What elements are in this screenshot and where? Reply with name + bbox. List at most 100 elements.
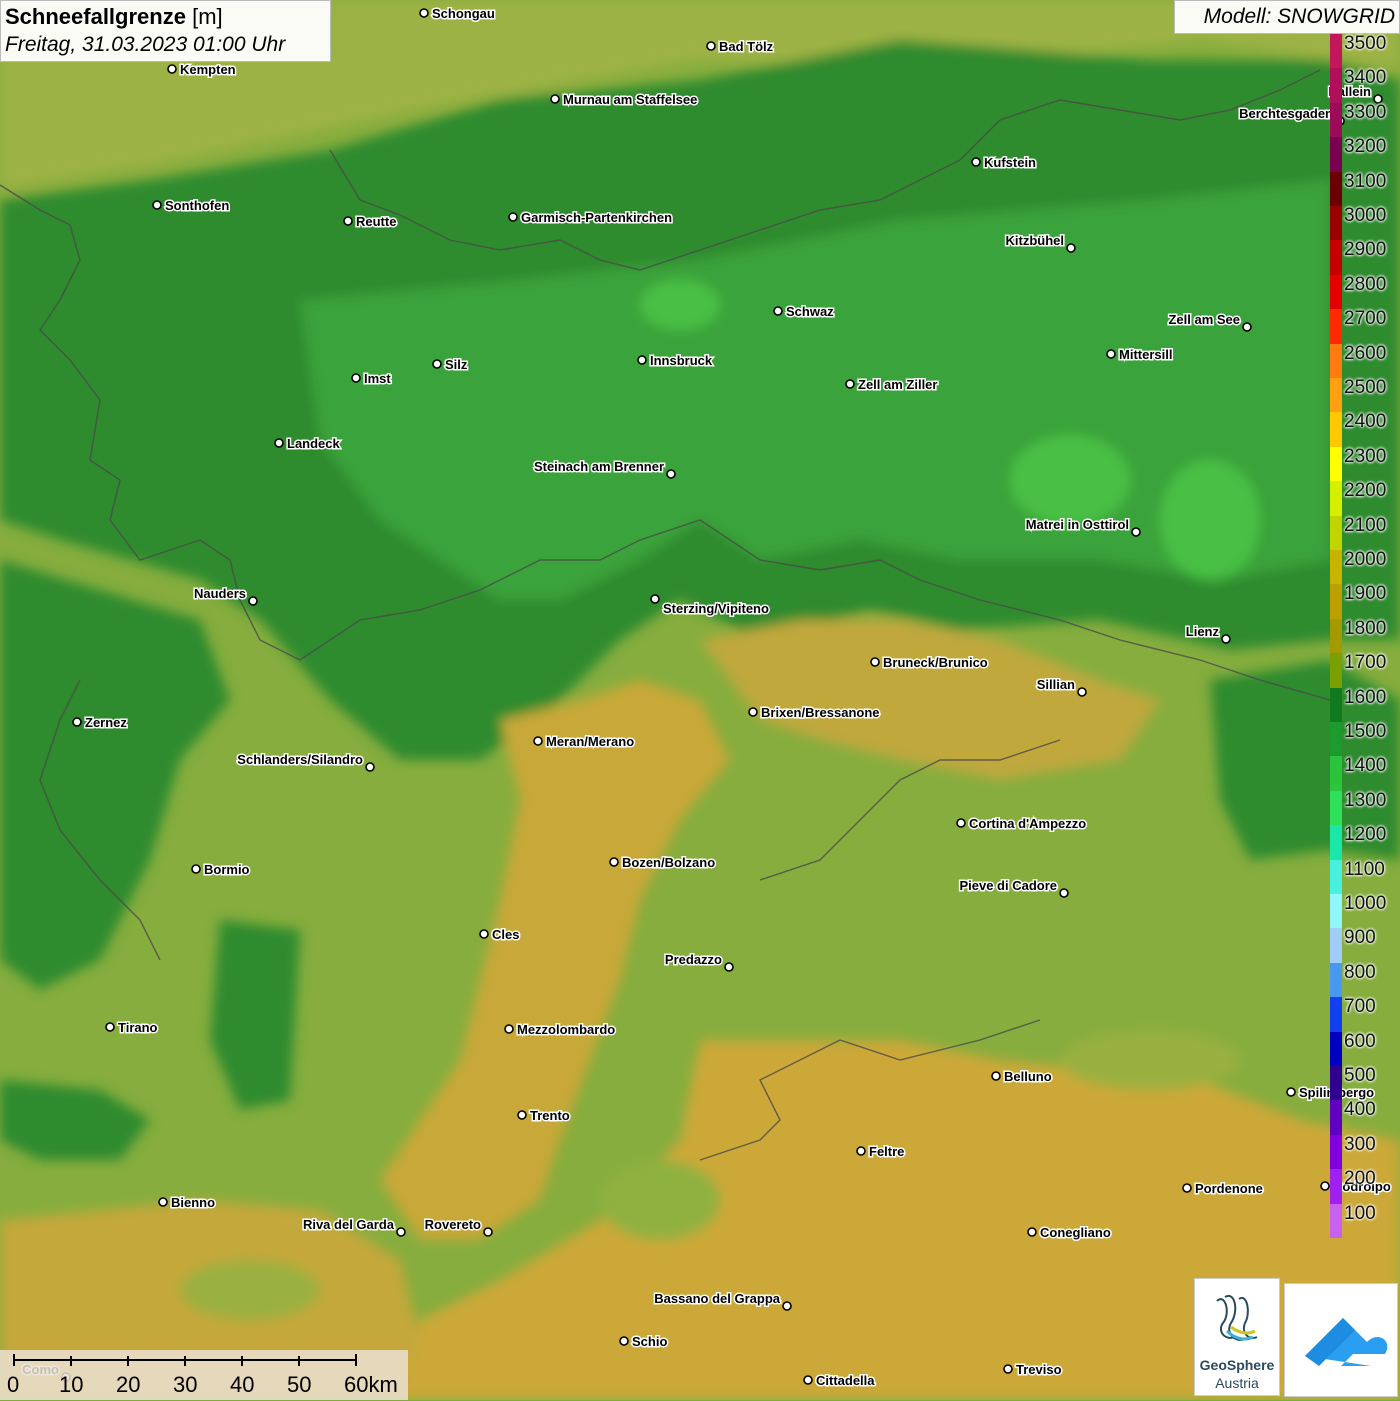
city-dot (483, 1227, 493, 1237)
legend-label: 3000 (1344, 205, 1387, 226)
city-label: Sonthofen (165, 198, 229, 213)
legend-swatch (1330, 446, 1342, 482)
city-dot (803, 1375, 813, 1385)
city-label: Brixen/Bressanone (761, 705, 880, 720)
legend-swatch (1330, 859, 1342, 895)
city-label: Zell am See (1168, 312, 1240, 327)
city-marker: Conegliano (1027, 1224, 1112, 1242)
legend-label: 1800 (1344, 617, 1387, 639)
city-label: Cles (492, 927, 519, 942)
city-dot (619, 1336, 629, 1346)
city-label: Sillian (1037, 677, 1075, 692)
legend-label: 2800 (1344, 273, 1387, 295)
legend-swatch (1330, 1031, 1342, 1067)
geosphere-logo: GeoSphere Austria (1194, 1278, 1280, 1396)
legend-label: 3100 (1344, 170, 1387, 192)
city-dot (72, 717, 82, 727)
city-dot (1003, 1364, 1013, 1374)
legend-label: 3200 (1344, 136, 1387, 158)
city-dot (1182, 1183, 1192, 1193)
legend-swatch (1330, 412, 1342, 448)
city-marker: Mezzolombardo (504, 1021, 617, 1039)
scale-tick-label: 50 (287, 1372, 312, 1397)
city-marker: Garmisch-Partenkirchen (508, 209, 674, 227)
legend-swatch (1330, 1100, 1342, 1136)
legend-label: 2000 (1344, 549, 1387, 570)
legend-label: 600 (1344, 1030, 1376, 1052)
city-dot (748, 707, 758, 717)
city-marker: Bruneck/Brunico (870, 654, 989, 672)
city-dot (152, 200, 162, 210)
city-label: Schongau (432, 6, 495, 21)
legend-swatch (1330, 584, 1342, 620)
city-label: Mittersill (1119, 347, 1172, 362)
legend-swatch (1330, 962, 1342, 998)
city-label: Bad Tölz (719, 39, 774, 54)
city-label: Cortina d'Ampezzo (969, 816, 1086, 831)
city-label: Schio (632, 1334, 667, 1349)
city-dot (1106, 349, 1116, 359)
city-label: Imst (364, 371, 391, 386)
city-marker: Sonthofen (152, 197, 231, 215)
city-label: Pieve di Cadore (959, 878, 1057, 893)
legend-label: 2700 (1344, 308, 1387, 330)
city-marker: Cortina d'Ampezzo (956, 815, 1088, 833)
legend-label: 2100 (1344, 514, 1387, 536)
legend-label: 1200 (1344, 824, 1387, 846)
city-label: Kitzbühel (1006, 233, 1065, 248)
city-label: Sterzing/Vipiteno (663, 601, 769, 616)
legend-swatch (1330, 343, 1342, 379)
scale-bar: 0 10 20 30 40 50 60km (0, 1350, 408, 1400)
city-label: Meran/Merano (546, 734, 634, 749)
city-dot (550, 94, 560, 104)
city-dot (517, 1110, 527, 1120)
city-dot (343, 216, 353, 226)
legend-label: 1700 (1344, 652, 1387, 674)
city-label: Pordenone (1195, 1181, 1263, 1196)
legend-swatch (1330, 1203, 1342, 1239)
city-label: Landeck (287, 436, 341, 451)
legend-label: 300 (1344, 1133, 1376, 1155)
map-title-box: Schneefallgrenze [m] Freitag, 31.03.2023… (0, 0, 331, 62)
legend-label: 2400 (1344, 411, 1387, 433)
legend-swatch (1330, 102, 1342, 138)
city-dot (782, 1301, 792, 1311)
city-dot (191, 864, 201, 874)
city-marker: Pordenone (1182, 1180, 1264, 1198)
city-dot (508, 212, 518, 222)
city-dot (167, 64, 177, 74)
map-title: Schneefallgrenze [m] (5, 3, 326, 31)
legend-swatch (1330, 515, 1342, 551)
city-label: Belluno (1004, 1069, 1052, 1084)
city-label: Berchtesgaden (1239, 106, 1333, 121)
city-label: Nauders (194, 586, 246, 601)
snowfall-line-map: Schongau Kempten Bad Tölz Murnau am Staffel… (0, 0, 1400, 1400)
city-dot (158, 1197, 168, 1207)
scale-tick-label: 20 (116, 1372, 141, 1397)
city-dot (1066, 243, 1076, 253)
legend-label: 3400 (1344, 67, 1387, 89)
legend-swatch (1330, 274, 1342, 310)
legend-swatch (1330, 825, 1342, 861)
legend-label: 1600 (1344, 686, 1387, 708)
city-label: Kempten (180, 62, 236, 77)
city-label: Reutte (356, 214, 396, 229)
city-dot (773, 306, 783, 316)
city-label: Conegliano (1040, 1225, 1111, 1240)
legend-label: 2200 (1344, 480, 1387, 502)
scale-tick-label: 0 (7, 1372, 20, 1397)
city-label: Matrei in Osttirol (1026, 517, 1129, 532)
legend-swatch (1330, 171, 1342, 207)
legend-label: 2500 (1344, 377, 1387, 398)
city-label: Bassano del Grappa (654, 1291, 780, 1306)
scale-tick-label: 10 (59, 1372, 84, 1397)
city-dot (533, 736, 543, 746)
city-dot (724, 962, 734, 972)
city-dot (1027, 1227, 1037, 1237)
city-label: Kufstein (984, 155, 1036, 170)
geosphere-country: Austria (1215, 1375, 1259, 1391)
city-dot (845, 379, 855, 389)
city-label: Steinach am Brenner (534, 459, 664, 474)
city-marker: Meran/Merano (533, 733, 636, 751)
city-label: Schwaz (786, 304, 834, 319)
